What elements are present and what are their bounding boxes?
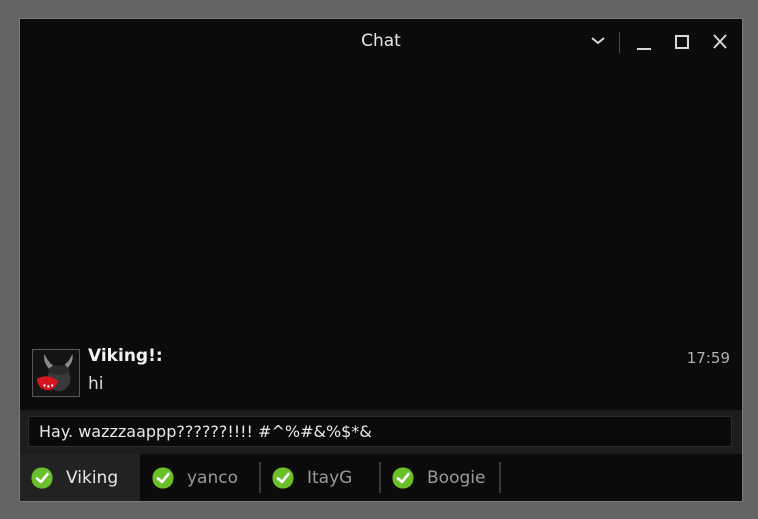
tab-boogie[interactable]: Boogie xyxy=(381,454,499,501)
viking-avatar-icon xyxy=(36,353,73,392)
minimize-icon[interactable] xyxy=(630,29,658,55)
tab-viking[interactable]: Viking xyxy=(20,454,140,501)
tab-label: ItayG xyxy=(307,467,353,488)
title-bar[interactable]: Chat xyxy=(20,19,742,65)
message-sender: Viking!: xyxy=(88,346,163,366)
tab-itayg[interactable]: ItayG xyxy=(261,454,379,501)
check-circle-icon xyxy=(272,467,294,488)
chat-tabs: Viking yanco ItayG Boogie xyxy=(20,454,742,501)
composer-bar xyxy=(20,410,742,454)
check-circle-icon xyxy=(392,467,414,488)
tab-label: Viking xyxy=(66,467,119,488)
check-circle-icon xyxy=(152,467,174,488)
message-text: hi xyxy=(88,374,104,394)
message-timestamp: 17:59 xyxy=(686,349,730,367)
tab-divider xyxy=(499,462,501,493)
titlebar-separator xyxy=(619,32,620,53)
check-circle-icon xyxy=(31,467,53,488)
tab-label: yanco xyxy=(187,467,238,488)
avatar[interactable] xyxy=(32,349,80,397)
chevron-down-icon[interactable] xyxy=(584,29,612,55)
message-input[interactable] xyxy=(28,416,732,447)
close-icon[interactable] xyxy=(706,29,734,55)
tab-yanco[interactable]: yanco xyxy=(141,454,259,501)
tab-label: Boogie xyxy=(427,467,486,488)
chat-window: Chat Viking!: hi 17:59 Hay. wazzzaappp??… xyxy=(19,18,743,502)
maximize-icon[interactable] xyxy=(668,29,696,55)
